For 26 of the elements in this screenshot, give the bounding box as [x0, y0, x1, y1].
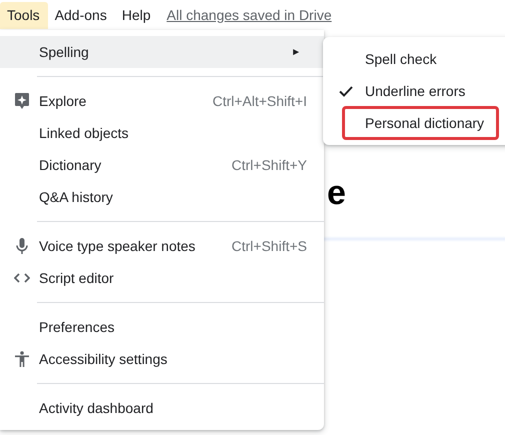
- slide-title-text: e: [327, 176, 346, 210]
- menu-item[interactable]: Spelling ►: [0, 36, 324, 68]
- menu-item[interactable]: Voice type speaker notes Ctrl+Shift+S: [0, 230, 324, 262]
- menu-item[interactable]: Explore Ctrl+Alt+Shift+I: [0, 85, 324, 117]
- shortcut-text: Ctrl+Alt+Shift+I: [212, 93, 307, 109]
- submenu-arrow: ►: [291, 46, 301, 58]
- save-status-link[interactable]: All changes saved in Drive: [166, 7, 332, 23]
- menu-item[interactable]: Activity dashboard: [0, 392, 324, 424]
- menu-item[interactable]: Linked objects: [0, 117, 324, 149]
- submenu-item[interactable]: Spell check: [342, 42, 452, 76]
- menu-item[interactable]: Dictionary Ctrl+Shift+Y: [0, 149, 324, 181]
- explore-icon: [15, 93, 29, 109]
- menu-item[interactable]: Preferences: [0, 311, 324, 343]
- accessibility-icon: [15, 351, 29, 367]
- menu-bar-item[interactable]: Help: [114, 2, 159, 28]
- menu-bar-item[interactable]: Add-ons: [48, 2, 115, 28]
- shortcut-text: Ctrl+Shift+S: [232, 238, 307, 254]
- menu-bar-item[interactable]: Tools: [0, 2, 48, 28]
- code-icon: [14, 273, 30, 283]
- submenu-item[interactable]: Personal dictionary: [342, 106, 500, 140]
- submenu-item[interactable]: Underline errors: [342, 74, 480, 108]
- menu-item[interactable]: Q&A history: [0, 181, 324, 213]
- menu-item[interactable]: Script editor: [0, 262, 324, 294]
- menu-item[interactable]: Accessibility settings: [0, 343, 324, 375]
- microphone-icon: [16, 238, 28, 254]
- shortcut-text: Ctrl+Shift+Y: [232, 157, 307, 173]
